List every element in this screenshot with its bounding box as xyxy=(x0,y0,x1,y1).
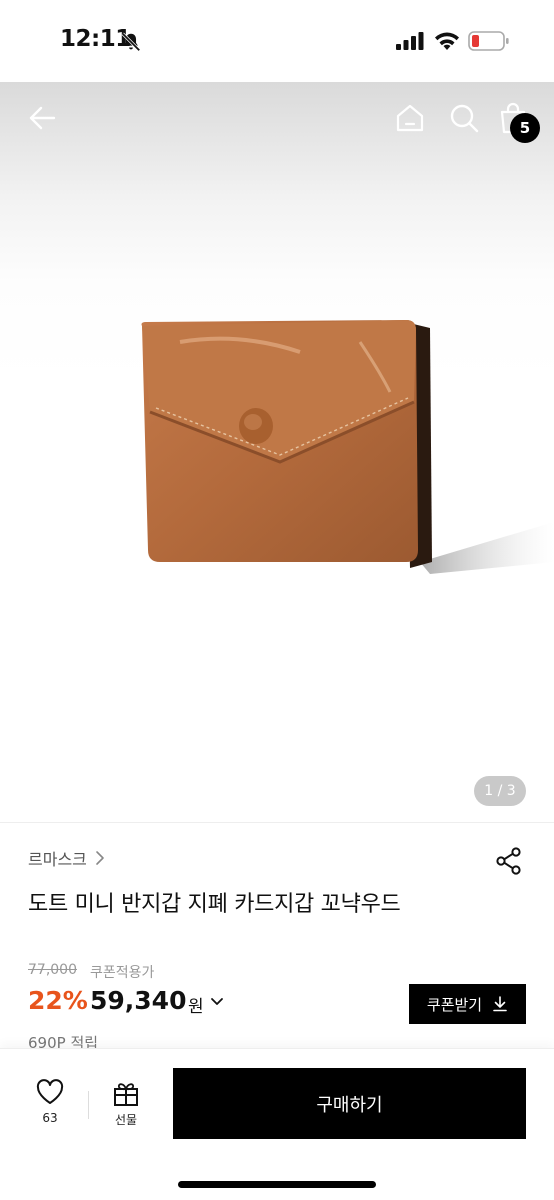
product-title: 도트 미니 반지갑 지폐 카드지갑 꼬냑우드 xyxy=(28,892,401,917)
status-bar: 12:11 xyxy=(0,0,554,82)
like-count: 63 xyxy=(42,1111,58,1125)
home-icon[interactable] xyxy=(394,102,426,134)
gift-icon xyxy=(114,1083,138,1106)
cart-count-badge: 5 xyxy=(510,113,540,143)
signal-icon xyxy=(396,32,424,50)
sale-price: 59,340 xyxy=(90,986,187,1015)
search-icon[interactable] xyxy=(448,102,480,134)
coupon-price-note: 쿠폰적용가 xyxy=(90,965,155,981)
bottom-action-bar: 63 선물 구매하기 xyxy=(0,1048,554,1200)
gift-button[interactable]: 선물 xyxy=(98,1079,154,1135)
top-toolbar: 5 xyxy=(0,82,554,156)
download-icon xyxy=(493,996,507,1012)
bar-separator xyxy=(88,1091,89,1119)
share-icon[interactable] xyxy=(494,846,524,876)
wifi-icon xyxy=(435,32,459,50)
chevron-down-icon[interactable] xyxy=(210,996,224,1008)
chevron-right-icon xyxy=(96,851,104,865)
back-arrow-icon[interactable] xyxy=(26,102,58,134)
bell-slash-icon xyxy=(121,32,141,52)
original-price: 77,000 xyxy=(28,962,77,978)
currency-unit: 원 xyxy=(188,997,204,1017)
buy-button[interactable]: 구매하기 xyxy=(173,1068,526,1139)
product-image xyxy=(141,320,554,574)
coupon-download-button[interactable]: 쿠폰받기 xyxy=(409,984,526,1024)
brand-name: 르마스크 xyxy=(28,850,87,869)
section-divider xyxy=(0,822,554,823)
gift-label: 선물 xyxy=(114,1113,138,1127)
brand-link[interactable]: 르마스크 xyxy=(28,846,107,870)
battery-low-icon xyxy=(468,31,509,51)
image-page-indicator: 1 / 3 xyxy=(474,776,526,806)
discount-rate: 22% xyxy=(28,986,88,1015)
like-button[interactable]: 63 xyxy=(22,1079,78,1135)
product-gallery[interactable]: 5 1 / 3 xyxy=(0,82,554,822)
home-indicator xyxy=(178,1181,376,1188)
heart-icon xyxy=(36,1079,64,1104)
coupon-button-label: 쿠폰받기 xyxy=(426,995,483,1014)
